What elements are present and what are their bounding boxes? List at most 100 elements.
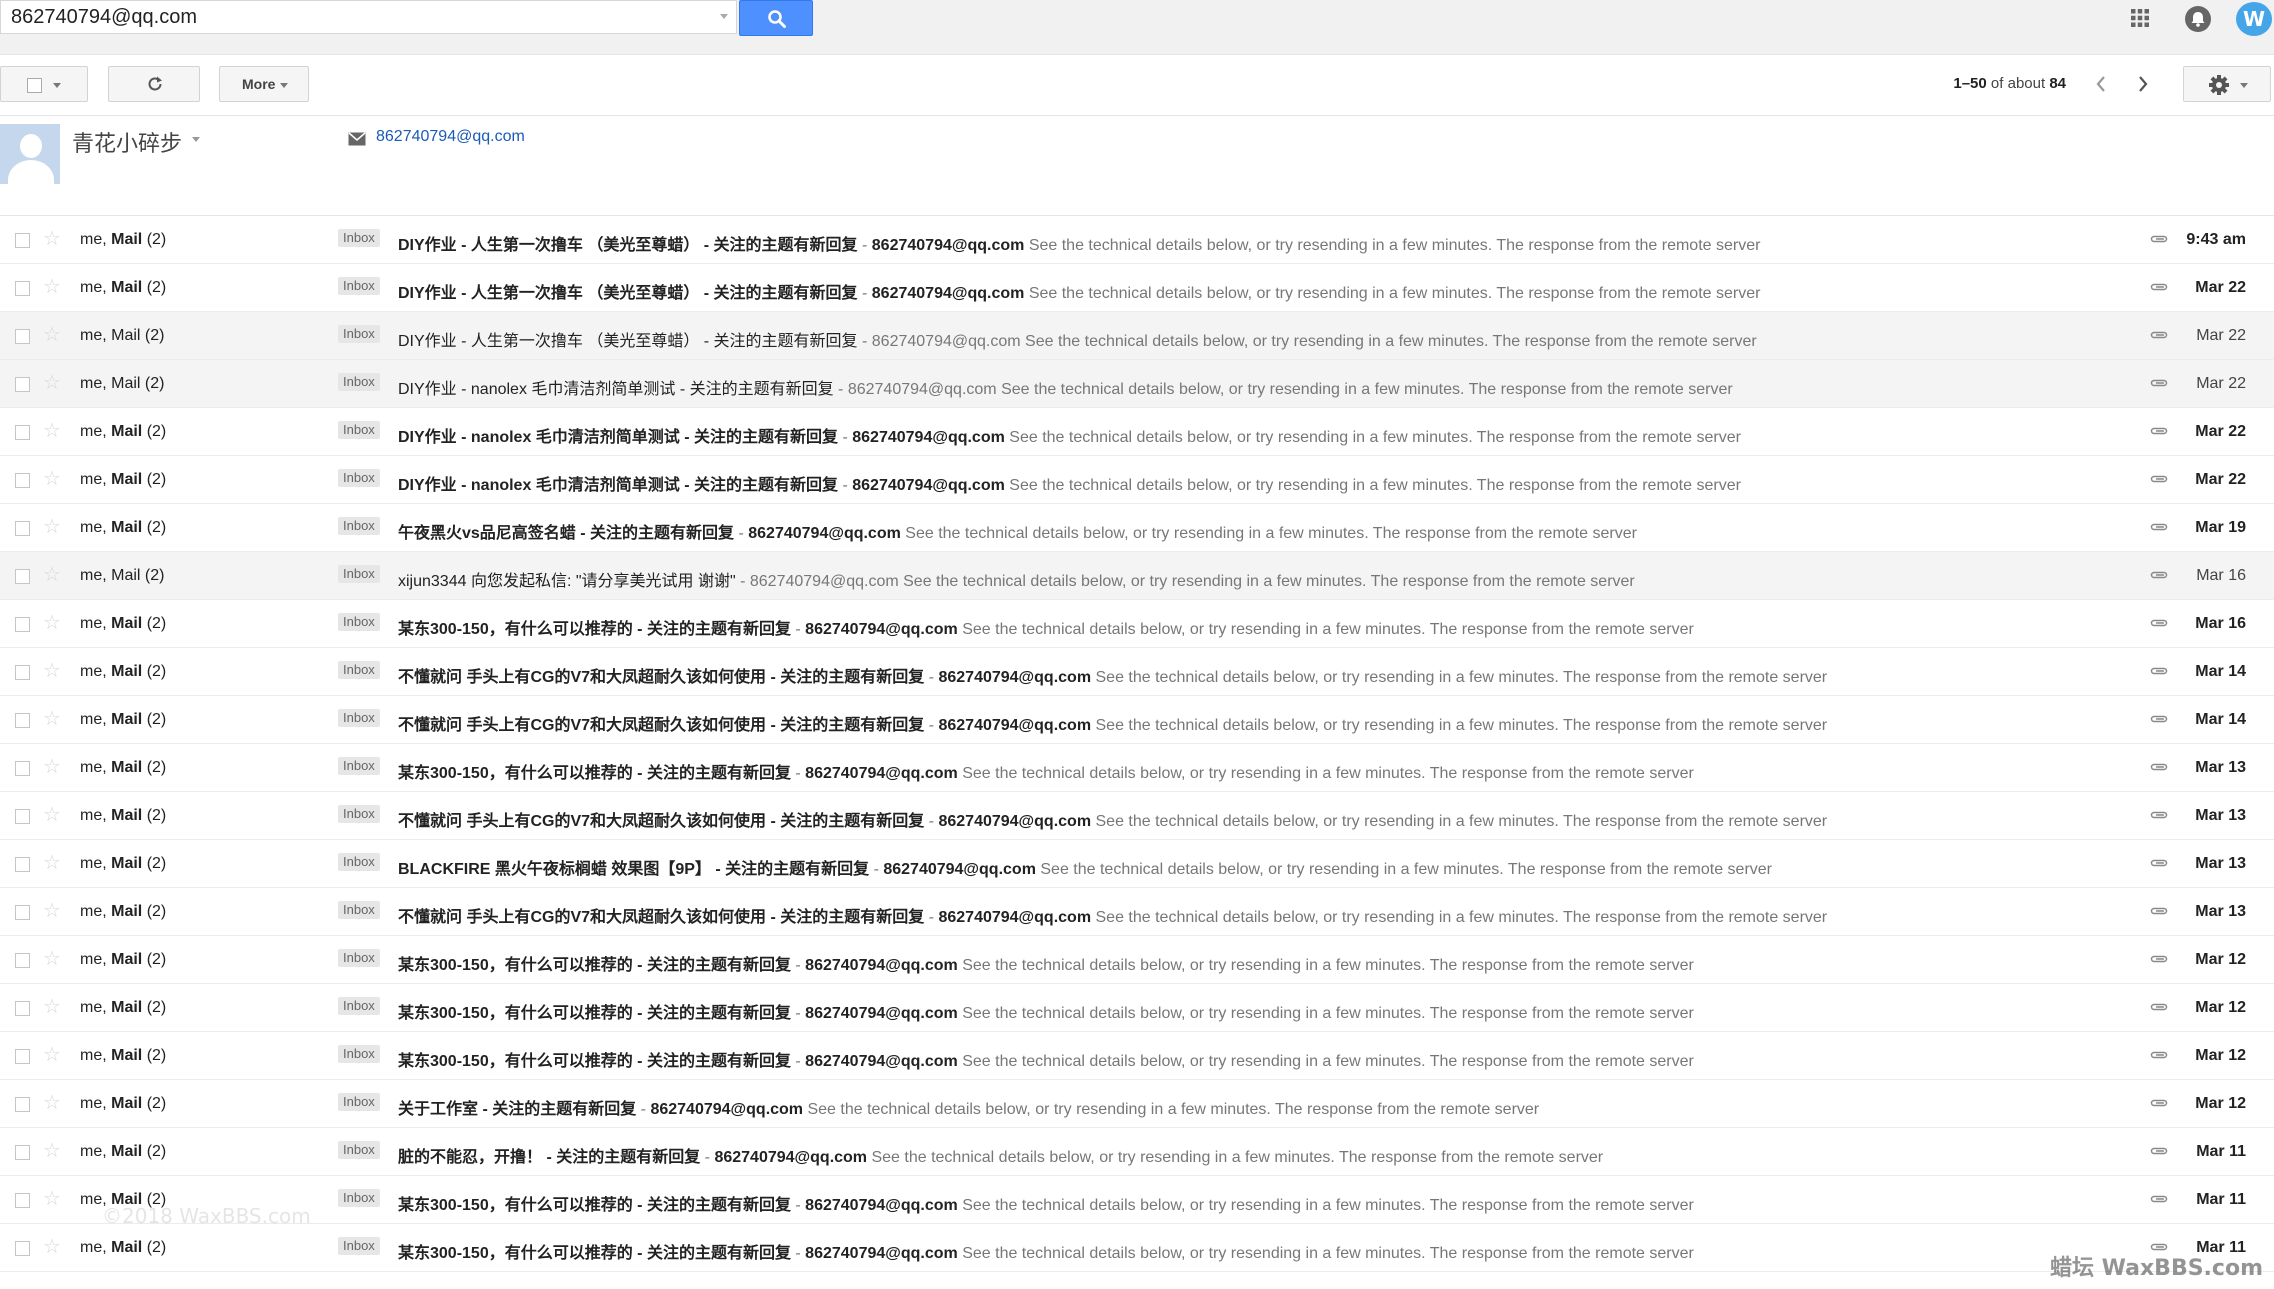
settings-button[interactable]: [2183, 66, 2271, 102]
message-row[interactable]: ☆ me, Mail (2) Inbox 不懂就问 手头上有CG的V7和大凤超耐…: [0, 696, 2274, 744]
row-checkbox[interactable]: [15, 1145, 30, 1160]
message-row[interactable]: ☆ me, Mail (2) Inbox DIY作业 - 人生第一次撸车 （美光…: [0, 264, 2274, 312]
row-checkbox[interactable]: [15, 905, 30, 920]
star-icon[interactable]: ☆: [43, 996, 61, 1016]
inbox-label[interactable]: Inbox: [338, 613, 380, 631]
star-icon[interactable]: ☆: [43, 660, 61, 680]
inbox-label[interactable]: Inbox: [338, 853, 380, 871]
row-checkbox[interactable]: [15, 953, 30, 968]
inbox-label[interactable]: Inbox: [338, 1141, 380, 1159]
row-checkbox[interactable]: [15, 1049, 30, 1064]
select-all-button[interactable]: [0, 66, 88, 102]
message-row[interactable]: ☆ me, Mail (2) Inbox DIY作业 - 人生第一次撸车 （美光…: [0, 216, 2274, 264]
message-row[interactable]: ☆ me, Mail (2) Inbox 某东300-150，有什么可以推荐的 …: [0, 744, 2274, 792]
refresh-button[interactable]: [108, 66, 200, 102]
star-icon[interactable]: ☆: [43, 324, 61, 344]
star-icon[interactable]: ☆: [43, 564, 61, 584]
message-row[interactable]: ☆ me, Mail (2) Inbox DIY作业 - 人生第一次撸车 （美光…: [0, 312, 2274, 360]
row-checkbox[interactable]: [15, 1193, 30, 1208]
row-checkbox[interactable]: [15, 1241, 30, 1256]
star-icon[interactable]: ☆: [43, 1140, 61, 1160]
message-row[interactable]: ☆ me, Mail (2) Inbox 某东300-150，有什么可以推荐的 …: [0, 936, 2274, 984]
row-checkbox[interactable]: [15, 1001, 30, 1016]
inbox-label[interactable]: Inbox: [338, 1045, 380, 1063]
search-input[interactable]: [11, 4, 701, 30]
inbox-label[interactable]: Inbox: [338, 229, 380, 247]
inbox-label[interactable]: Inbox: [338, 901, 380, 919]
row-checkbox[interactable]: [15, 425, 30, 440]
message-row[interactable]: ☆ me, Mail (2) Inbox 不懂就问 手头上有CG的V7和大凤超耐…: [0, 648, 2274, 696]
inbox-label[interactable]: Inbox: [338, 517, 380, 535]
star-icon[interactable]: ☆: [43, 1044, 61, 1064]
message-row[interactable]: ☆ me, Mail (2) Inbox 不懂就问 手头上有CG的V7和大凤超耐…: [0, 888, 2274, 936]
newer-page-button[interactable]: [2082, 66, 2122, 102]
inbox-label[interactable]: Inbox: [338, 421, 380, 439]
row-checkbox[interactable]: [15, 473, 30, 488]
message-row[interactable]: ☆ me, Mail (2) Inbox DIY作业 - nanolex 毛巾清…: [0, 456, 2274, 504]
star-icon[interactable]: ☆: [43, 1188, 61, 1208]
row-checkbox[interactable]: [15, 569, 30, 584]
row-checkbox[interactable]: [15, 377, 30, 392]
star-icon[interactable]: ☆: [43, 948, 61, 968]
inbox-label[interactable]: Inbox: [338, 1093, 380, 1111]
row-checkbox[interactable]: [15, 761, 30, 776]
chevron-down-icon[interactable]: [192, 137, 200, 142]
message-row[interactable]: ☆ me, Mail (2) Inbox BLACKFIRE 黑火午夜标榈蜡 效…: [0, 840, 2274, 888]
message-row[interactable]: ☆ me, Mail (2) Inbox 某东300-150，有什么可以推荐的 …: [0, 984, 2274, 1032]
inbox-label[interactable]: Inbox: [338, 469, 380, 487]
row-checkbox[interactable]: [15, 857, 30, 872]
message-row[interactable]: ☆ me, Mail (2) Inbox 某东300-150，有什么可以推荐的 …: [0, 1224, 2274, 1272]
message-row[interactable]: ☆ me, Mail (2) Inbox DIY作业 - nanolex 毛巾清…: [0, 360, 2274, 408]
message-row[interactable]: ☆ me, Mail (2) Inbox 脏的不能忍，开撸！ - 关注的主题有新…: [0, 1128, 2274, 1176]
star-icon[interactable]: ☆: [43, 468, 61, 488]
star-icon[interactable]: ☆: [43, 852, 61, 872]
row-checkbox[interactable]: [15, 329, 30, 344]
inbox-label[interactable]: Inbox: [338, 325, 380, 343]
message-row[interactable]: ☆ me, Mail (2) Inbox DIY作业 - nanolex 毛巾清…: [0, 408, 2274, 456]
inbox-label[interactable]: Inbox: [338, 1237, 380, 1255]
star-icon[interactable]: ☆: [43, 756, 61, 776]
inbox-label[interactable]: Inbox: [338, 757, 380, 775]
star-icon[interactable]: ☆: [43, 276, 61, 296]
message-row[interactable]: ☆ me, Mail (2) Inbox 某东300-150，有什么可以推荐的 …: [0, 600, 2274, 648]
star-icon[interactable]: ☆: [43, 612, 61, 632]
star-icon[interactable]: ☆: [43, 804, 61, 824]
inbox-label[interactable]: Inbox: [338, 997, 380, 1015]
message-row[interactable]: ☆ me, Mail (2) Inbox xijun3344 向您发起私信: "…: [0, 552, 2274, 600]
contact-avatar[interactable]: [0, 124, 60, 184]
older-page-button[interactable]: [2124, 66, 2164, 102]
inbox-label[interactable]: Inbox: [338, 805, 380, 823]
contact-name[interactable]: 青花小碎步: [72, 126, 182, 158]
inbox-label[interactable]: Inbox: [338, 565, 380, 583]
message-row[interactable]: ☆ me, Mail (2) Inbox 某东300-150，有什么可以推荐的 …: [0, 1176, 2274, 1224]
inbox-label[interactable]: Inbox: [338, 373, 380, 391]
star-icon[interactable]: ☆: [43, 1092, 61, 1112]
star-icon[interactable]: ☆: [43, 420, 61, 440]
message-row[interactable]: ☆ me, Mail (2) Inbox 关于工作室 - 关注的主题有新回复 -…: [0, 1080, 2274, 1128]
search-box[interactable]: [0, 0, 737, 34]
contact-email-link[interactable]: 862740794@qq.com: [376, 128, 525, 146]
row-checkbox[interactable]: [15, 281, 30, 296]
message-row[interactable]: ☆ me, Mail (2) Inbox 午夜黑火vs品尼高签名蜡 - 关注的主…: [0, 504, 2274, 552]
notifications-bell-icon[interactable]: [2185, 6, 2211, 32]
inbox-label[interactable]: Inbox: [338, 277, 380, 295]
star-icon[interactable]: ☆: [43, 1236, 61, 1256]
more-actions-button[interactable]: More: [219, 66, 309, 102]
apps-grid-icon[interactable]: [2130, 8, 2150, 28]
row-checkbox[interactable]: [15, 1097, 30, 1112]
row-checkbox[interactable]: [15, 713, 30, 728]
search-options-dropdown-icon[interactable]: [720, 14, 728, 19]
inbox-label[interactable]: Inbox: [338, 661, 380, 679]
row-checkbox[interactable]: [15, 809, 30, 824]
account-avatar-icon[interactable]: W: [2236, 2, 2272, 36]
star-icon[interactable]: ☆: [43, 708, 61, 728]
message-row[interactable]: ☆ me, Mail (2) Inbox 某东300-150，有什么可以推荐的 …: [0, 1032, 2274, 1080]
star-icon[interactable]: ☆: [43, 228, 61, 248]
inbox-label[interactable]: Inbox: [338, 949, 380, 967]
inbox-label[interactable]: Inbox: [338, 1189, 380, 1207]
row-checkbox[interactable]: [15, 521, 30, 536]
star-icon[interactable]: ☆: [43, 516, 61, 536]
row-checkbox[interactable]: [15, 233, 30, 248]
star-icon[interactable]: ☆: [43, 900, 61, 920]
search-button[interactable]: [739, 0, 813, 36]
